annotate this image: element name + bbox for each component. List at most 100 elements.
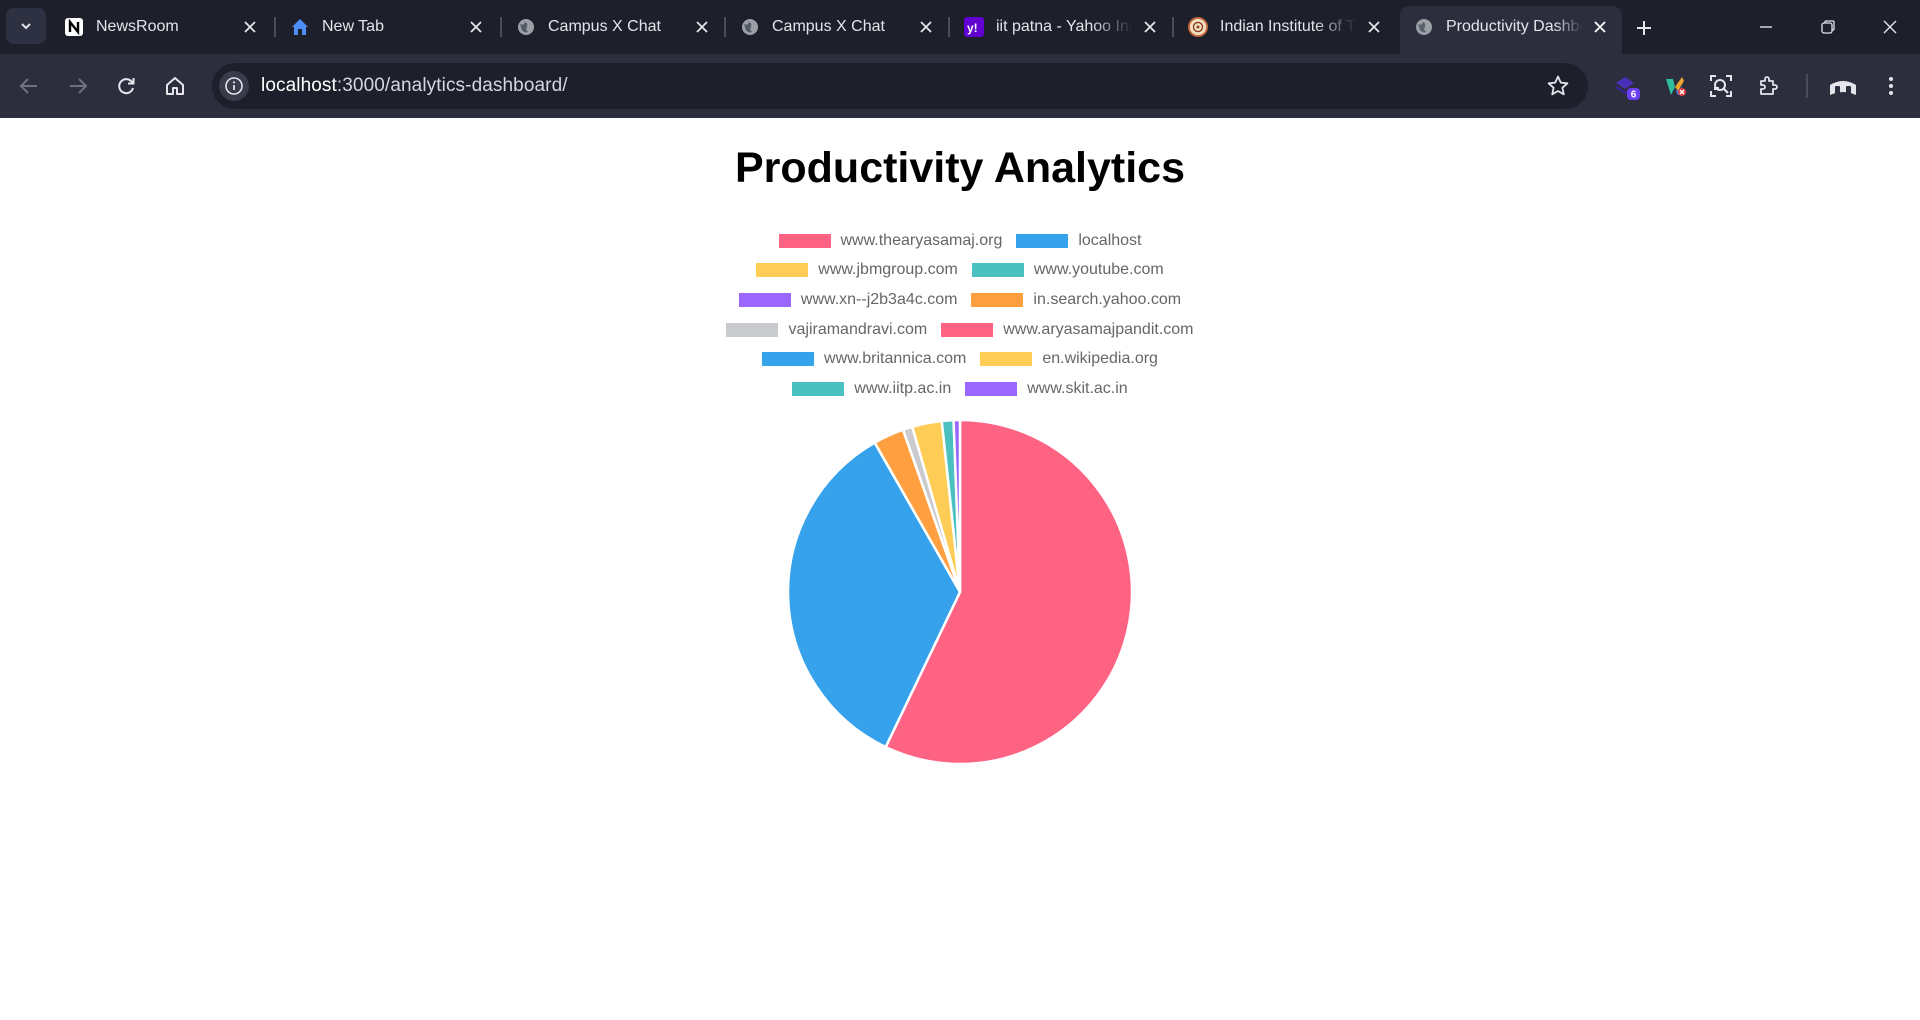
legend-label: www.xn--j2b3a4c.com xyxy=(800,290,958,308)
globe-icon xyxy=(516,17,536,37)
legend-swatch xyxy=(980,352,1033,367)
legend-item[interactable]: www.thearyasamaj.org xyxy=(778,231,1003,250)
tab-productivity-dashboard[interactable]: Productivity Dashboard xyxy=(1400,6,1622,54)
home-icon xyxy=(290,17,310,37)
address-bar[interactable]: localhost:3000/analytics-dashboard/ xyxy=(212,63,1588,109)
close-tab-icon[interactable] xyxy=(1590,17,1610,37)
site-info-icon[interactable] xyxy=(219,71,249,101)
legend-item[interactable]: in.search.yahoo.com xyxy=(971,291,1181,309)
notion-icon xyxy=(64,17,84,37)
yahoo-icon: y! xyxy=(964,17,984,37)
tab-strip: NewsRoom New Tab Campus X Chat Campus X … xyxy=(0,0,1920,54)
close-tab-icon[interactable] xyxy=(466,17,486,37)
close-tab-icon[interactable] xyxy=(1140,17,1160,37)
plus-icon xyxy=(1637,21,1651,35)
browser-menu-icon[interactable] xyxy=(1874,69,1908,103)
arrow-left-icon xyxy=(19,78,37,94)
legend-swatch xyxy=(756,263,809,278)
restore-icon xyxy=(1821,20,1835,34)
extension-stack-icon[interactable]: 6 xyxy=(1610,69,1644,103)
close-tab-icon[interactable] xyxy=(692,17,712,37)
restore-button[interactable] xyxy=(1808,8,1848,46)
home-button[interactable] xyxy=(157,68,193,104)
legend-swatch xyxy=(792,381,845,396)
minimize-button[interactable] xyxy=(1746,8,1786,46)
legend-row: www.xn--j2b3a4c.com in.search.yahoo.com xyxy=(0,285,1920,315)
tab-title: NewsRoom xyxy=(96,18,179,35)
tab-yahoo-search[interactable]: y! iit patna - Yahoo India xyxy=(950,6,1172,48)
url-text: localhost:3000/analytics-dashboard/ xyxy=(261,75,568,97)
tab-search-button[interactable] xyxy=(6,8,46,44)
legend-label: www.jbmgroup.com xyxy=(818,261,958,279)
page-content: Productivity Analytics www.thearyasamaj.… xyxy=(0,118,1920,1020)
bookmark-star-icon[interactable] xyxy=(1546,74,1570,98)
legend-item[interactable]: vajiramandravi.com xyxy=(726,321,927,339)
close-tab-icon[interactable] xyxy=(240,17,260,37)
legend-swatch xyxy=(738,292,791,307)
legend-item[interactable]: www.aryasamajpandit.com xyxy=(941,320,1194,339)
home-icon xyxy=(166,77,184,95)
legend-item[interactable]: www.jbmgroup.com xyxy=(756,261,958,279)
legend-label: vajiramandravi.com xyxy=(788,320,928,338)
extensions-puzzle-icon[interactable] xyxy=(1752,69,1786,103)
legend-row: www.thearyasamaj.org localhost xyxy=(0,226,1920,256)
tab-title: New Tab xyxy=(322,18,384,35)
url-path: :3000/analytics-dashboard/ xyxy=(336,75,568,96)
legend-label: www.aryasamajpandit.com xyxy=(1003,320,1194,338)
legend-item[interactable]: www.xn--j2b3a4c.com xyxy=(738,290,958,309)
legend-row: vajiramandravi.com www.aryasamajpandit.co… xyxy=(0,315,1920,345)
tab-title: iit patna - Yahoo India xyxy=(996,18,1132,35)
toolbar-separator xyxy=(1806,74,1808,98)
reload-button[interactable] xyxy=(108,68,144,104)
legend-label: www.iitp.ac.in xyxy=(854,379,952,397)
url-host: localhost xyxy=(261,75,337,96)
legend-item[interactable]: www.britannica.com xyxy=(762,350,966,368)
legend-label: in.search.yahoo.com xyxy=(1033,290,1182,308)
legend-label: localhost xyxy=(1078,231,1142,249)
extension-badge: 6 xyxy=(1631,90,1637,101)
legend-item[interactable]: www.youtube.com xyxy=(971,261,1164,279)
globe-icon xyxy=(740,17,760,37)
close-window-button[interactable] xyxy=(1870,8,1910,46)
legend-label: www.britannica.com xyxy=(824,350,967,368)
legend-item[interactable]: www.skit.ac.in xyxy=(965,379,1128,398)
legend-item[interactable]: www.iitp.ac.in xyxy=(792,380,951,398)
legend-swatch xyxy=(726,322,779,337)
close-tab-icon[interactable] xyxy=(1364,17,1384,37)
chevron-down-icon xyxy=(21,23,31,30)
legend-swatch xyxy=(941,322,994,337)
tab-title: Indian Institute of Technology xyxy=(1220,18,1356,35)
tab-indian-institute[interactable]: Indian Institute of Technology xyxy=(1174,6,1396,48)
page-title: Productivity Analytics xyxy=(734,144,1186,192)
legend-label: www.youtube.com xyxy=(1033,261,1164,279)
legend-item[interactable]: en.wikipedia.org xyxy=(980,350,1158,368)
legend-swatch xyxy=(965,381,1018,396)
legend-swatch xyxy=(778,233,831,248)
tab-campus-x-chat-1[interactable]: Campus X Chat xyxy=(502,6,724,48)
tab-new-tab[interactable]: New Tab xyxy=(276,6,498,48)
new-tab-button[interactable] xyxy=(1628,12,1660,44)
legend-swatch xyxy=(1016,233,1069,248)
legend-item[interactable]: localhost xyxy=(1016,231,1142,250)
legend-swatch xyxy=(971,292,1024,307)
tab-title: Campus X Chat xyxy=(548,18,661,35)
globe-icon xyxy=(1414,17,1434,37)
legend-label: www.thearyasamaj.org xyxy=(840,231,1003,249)
legend-row: www.britannica.com en.wikipedia.org xyxy=(0,344,1920,374)
extension-color-icon[interactable] xyxy=(1658,69,1692,103)
pie-chart xyxy=(786,418,1134,766)
arrow-right-icon xyxy=(70,78,88,94)
extension-screenshot-icon[interactable] xyxy=(1704,69,1738,103)
legend-label: www.skit.ac.in xyxy=(1027,379,1128,397)
close-tab-icon[interactable] xyxy=(916,17,936,37)
tab-campus-x-chat-2[interactable]: Campus X Chat xyxy=(726,6,948,48)
chart-legend: www.thearyasamaj.org localhost www.jbmgrou… xyxy=(0,226,1920,404)
back-button[interactable] xyxy=(11,68,47,104)
close-icon xyxy=(1883,20,1897,34)
svg-text:y!: y! xyxy=(967,21,978,35)
legend-swatch xyxy=(762,352,815,367)
legend-row: www.jbmgroup.com www.youtube.com xyxy=(0,256,1920,286)
tab-newsroom[interactable]: NewsRoom xyxy=(50,6,272,48)
incognito-profile-icon[interactable] xyxy=(1826,69,1860,103)
forward-button[interactable] xyxy=(60,68,96,104)
